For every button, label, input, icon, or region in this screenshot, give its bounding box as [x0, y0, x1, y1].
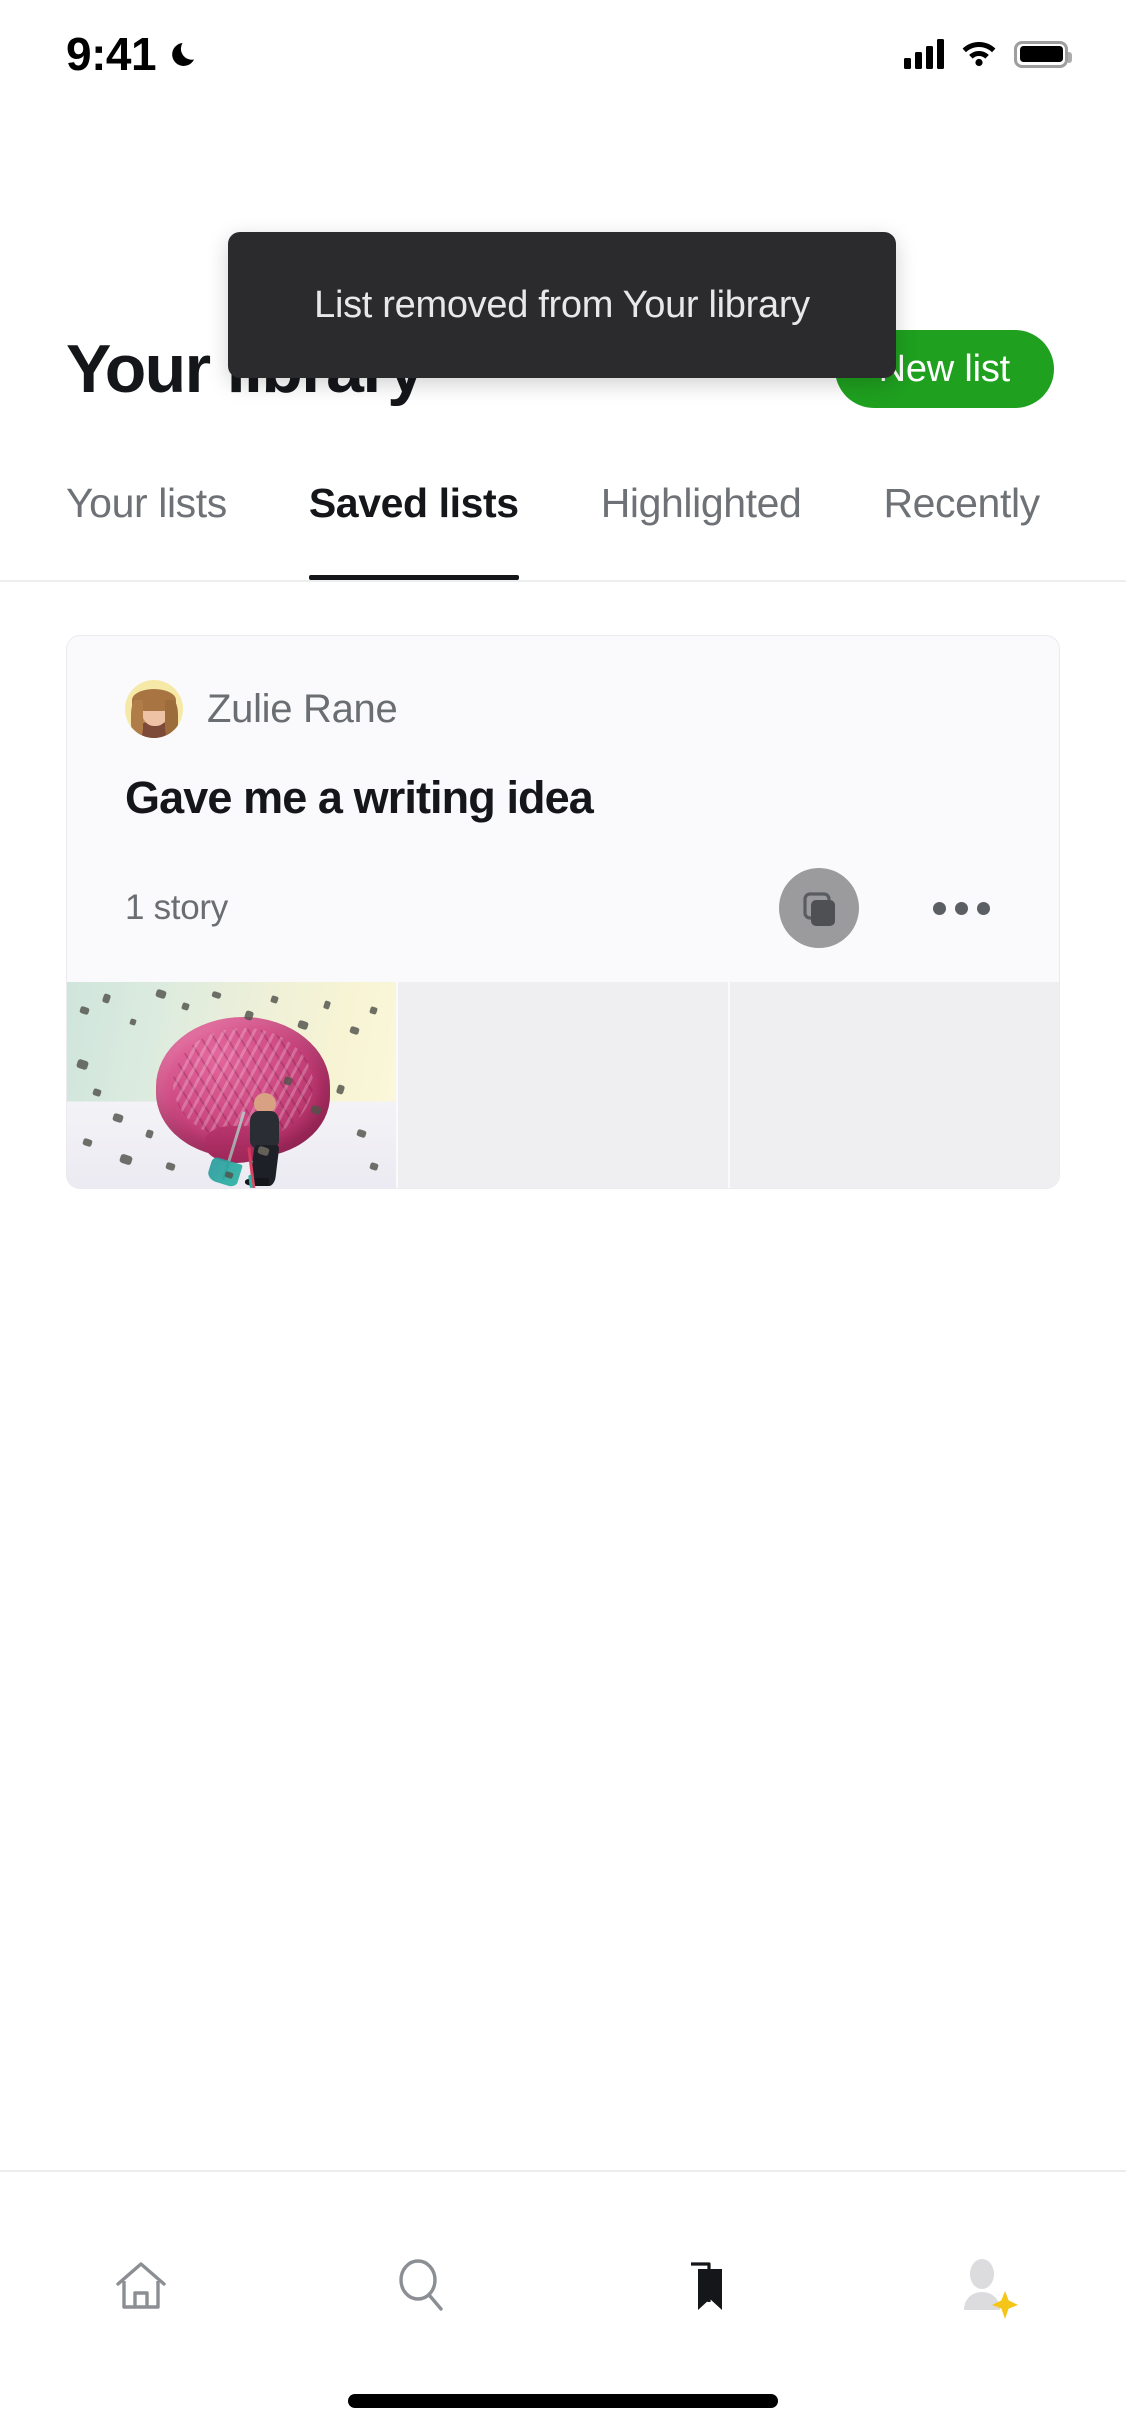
profile-avatar-icon [952, 2252, 1019, 2319]
tab-saved-lists[interactable]: Saved lists [308, 452, 519, 580]
debris-particles [67, 982, 396, 1188]
status-bar-right [904, 37, 1072, 72]
list-meta-row: 1 story [125, 868, 1001, 982]
app-screen: 9:41 Your library New list [0, 0, 1126, 2436]
sparkle-icon [992, 2291, 1019, 2319]
battery-full-icon [1014, 40, 1072, 68]
saved-list-card[interactable]: Zulie Rane Gave me a writing idea 1 stor… [66, 635, 1060, 1189]
author-name: Zulie Rane [207, 686, 398, 731]
toast-message: List removed from Your library [314, 283, 810, 326]
cellular-signal-icon [904, 39, 944, 69]
stacked-cards-icon[interactable] [779, 868, 859, 948]
library-tab-bar[interactable]: Your lists Saved lists Highlighted Recen… [0, 452, 1126, 582]
list-thumbnail-placeholder [727, 982, 1059, 1188]
nav-search[interactable] [282, 2230, 564, 2340]
search-icon [389, 2252, 455, 2318]
saved-list-card-body: Zulie Rane Gave me a writing idea 1 stor… [67, 636, 1059, 982]
list-title: Gave me a writing idea [125, 772, 594, 823]
list-thumbnails [67, 982, 1059, 1188]
story-count: 1 story [125, 888, 228, 927]
nav-home[interactable] [0, 2230, 282, 2340]
more-horizontal-icon[interactable] [921, 868, 1001, 948]
list-actions [779, 868, 1001, 948]
status-bar: 9:41 [0, 0, 1126, 108]
tab-recently[interactable]: Recently [883, 452, 1040, 580]
status-bar-left: 9:41 [66, 31, 202, 77]
toast-notification: List removed from Your library [228, 232, 896, 378]
home-icon [108, 2252, 174, 2318]
list-thumbnail-placeholder [396, 982, 728, 1188]
status-bar-clock: 9:41 [66, 28, 157, 80]
moon-icon [170, 38, 202, 70]
nav-profile[interactable] [845, 2230, 1126, 2340]
author-row[interactable]: Zulie Rane [125, 680, 1001, 738]
bookmark-icon [671, 2252, 737, 2318]
avatar [125, 680, 183, 738]
nav-library[interactable] [563, 2230, 845, 2340]
tab-your-lists[interactable]: Your lists [66, 452, 227, 580]
list-thumbnail-image[interactable] [67, 982, 397, 1188]
wifi-icon [960, 37, 998, 72]
tab-highlighted[interactable]: Highlighted [601, 452, 802, 580]
home-indicator [348, 2394, 778, 2408]
